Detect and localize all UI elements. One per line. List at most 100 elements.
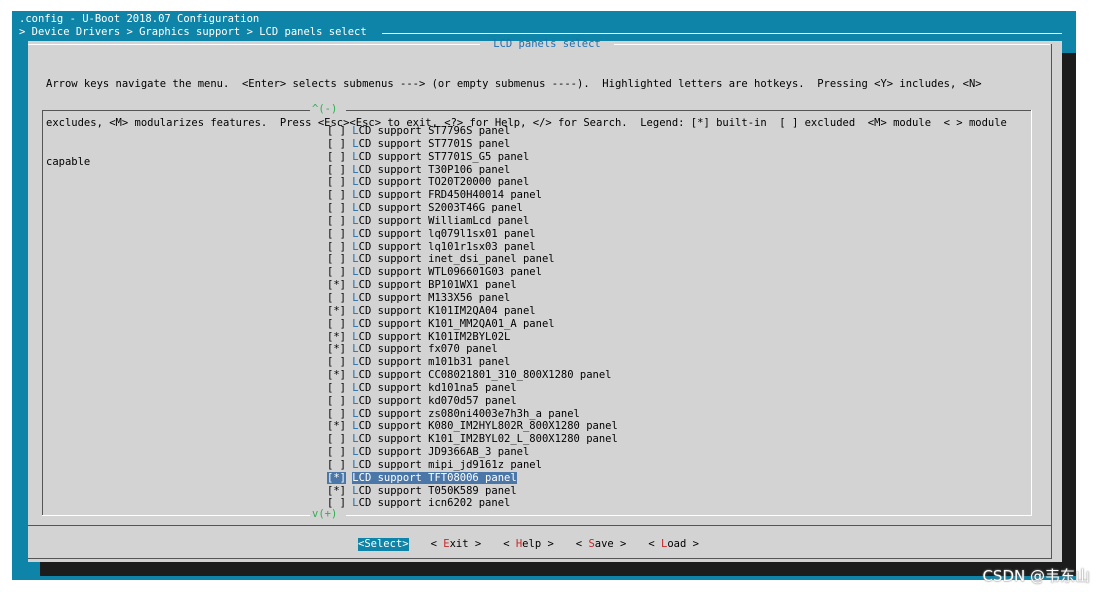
menu-items: [ ] LCD support ST7796S panel[ ] LCD sup… [327, 125, 618, 510]
item-text: CD support K080_IM2HYL802R_800X1280 pane… [358, 420, 618, 433]
checkbox-mark[interactable]: [ ] [327, 253, 346, 265]
menu-item[interactable]: [*] LCD support CC08021801_310_800X1280 … [327, 369, 618, 382]
menu-item[interactable]: [ ] LCD support kd070d57 panel [327, 395, 618, 408]
menu-item[interactable]: [ ] LCD support m101b31 panel [327, 356, 618, 369]
menu-item[interactable]: [ ] LCD support zs080ni4003e7h3h_a panel [327, 408, 618, 421]
dialog-button[interactable]: < Load > [648, 538, 699, 551]
item-text: CD support WTL096601G03 panel [358, 266, 542, 279]
checkbox-mark[interactable]: [ ] [327, 408, 346, 420]
menu-item[interactable]: [ ] LCD support ST7796S panel [327, 125, 618, 138]
menu-item[interactable]: [*] LCD support T050K589 panel [327, 485, 618, 498]
checkbox-mark[interactable]: [ ] [327, 125, 346, 137]
checkbox-mark[interactable]: [ ] [327, 292, 346, 304]
checkbox-mark[interactable]: [ ] [327, 382, 346, 394]
checkbox-mark[interactable]: [*] [327, 279, 346, 291]
menu-item[interactable]: [ ] LCD support M133X56 panel [327, 292, 618, 305]
menu-item[interactable]: [ ] LCD support WTL096601G03 panel [327, 266, 618, 279]
item-label: LCD support S2003T46G panel [352, 202, 523, 214]
checkbox-mark[interactable]: [ ] [327, 459, 346, 471]
menu-item-selected[interactable]: [*] LCD support TFT08006 panel [327, 471, 618, 485]
header-rule [382, 33, 1062, 34]
menu-item[interactable]: [*] LCD support fx070 panel [327, 343, 618, 356]
item-text: CD support S2003T46G panel [358, 202, 523, 215]
dialog-button[interactable]: < Help > [503, 538, 554, 551]
item-label: LCD support mipi_jd9161z panel [352, 459, 542, 471]
dialog-button[interactable]: <Select> [358, 538, 409, 551]
item-text: CD support lq079l1sx01 panel [358, 227, 536, 240]
menu-item[interactable]: [ ] LCD support K101_MM2QA01_A panel [327, 318, 618, 331]
menu-item[interactable]: [ ] LCD support WilliamLcd panel [327, 215, 618, 228]
item-label: LCD support icn6202 panel [352, 497, 510, 509]
menu-list-box: ^(-) v(+) [ ] LCD support ST7796S panel[… [42, 103, 1032, 520]
list-border [1031, 110, 1032, 516]
checkbox-mark[interactable]: [ ] [327, 356, 346, 368]
checkbox-mark[interactable]: [*] [327, 305, 346, 317]
checkbox-mark[interactable]: [*] [327, 471, 346, 484]
checkbox-mark[interactable]: [ ] [327, 497, 346, 509]
checkbox-mark[interactable]: [ ] [327, 446, 346, 458]
scroll-up-indicator[interactable]: ^(-) [312, 103, 337, 116]
checkbox-mark[interactable]: [ ] [327, 189, 346, 201]
checkbox-mark[interactable]: [ ] [327, 266, 346, 278]
button-label: ave > [594, 538, 627, 550]
checkbox-mark[interactable]: [ ] [327, 318, 346, 330]
item-label: LCD support K101_IM2BYL02_L_800X1280 pan… [352, 433, 618, 445]
checkbox-mark[interactable]: [ ] [327, 395, 346, 407]
checkbox-mark[interactable]: [ ] [327, 176, 346, 188]
menu-item[interactable]: [*] LCD support K101IM2BYL02L [327, 331, 618, 344]
menu-item[interactable]: [ ] LCD support S2003T46G panel [327, 202, 618, 215]
item-label: LCD support fx070 panel [352, 343, 497, 355]
checkbox-mark[interactable]: [ ] [327, 241, 346, 253]
checkbox-mark[interactable]: [ ] [327, 228, 346, 240]
item-text: CD support K101IM2BYL02L [358, 330, 511, 343]
item-label: LCD support inet_dsi_panel panel [352, 253, 554, 265]
checkbox-mark[interactable]: [ ] [327, 215, 346, 227]
menu-item[interactable]: [*] LCD support BP101WX1 panel [327, 279, 618, 292]
menu-item[interactable]: [ ] LCD support TO20T20000 panel [327, 176, 618, 189]
dialog-button[interactable]: < Save > [576, 538, 627, 551]
dialog-button[interactable]: < Exit > [431, 538, 482, 551]
item-label: LCD support zs080ni4003e7h3h_a panel [352, 408, 580, 420]
menu-item[interactable]: [ ] LCD support icn6202 panel [327, 497, 618, 510]
menu-item[interactable]: [ ] LCD support lq079l1sx01 panel [327, 228, 618, 241]
item-text: CD support kd070d57 panel [358, 394, 517, 407]
checkbox-mark[interactable]: [*] [327, 343, 346, 355]
item-text: CD support ST7701S_G5 panel [358, 150, 530, 163]
menu-item[interactable]: [ ] LCD support FRD450H40014 panel [327, 189, 618, 202]
checkbox-mark[interactable]: [*] [327, 369, 346, 381]
checkbox-mark[interactable]: [ ] [327, 433, 346, 445]
item-text: CD support CC08021801_310_800X1280 panel [358, 369, 612, 382]
list-border [42, 515, 310, 516]
menu-item[interactable]: [ ] LCD support ST7701S_G5 panel [327, 151, 618, 164]
item-text: CD support inet_dsi_panel panel [358, 253, 555, 266]
menu-item[interactable]: [ ] LCD support T30P106 panel [327, 164, 618, 177]
menu-item[interactable]: [ ] LCD support JD9366AB_3 panel [327, 446, 618, 459]
list-border [346, 110, 1032, 111]
checkbox-mark[interactable]: [ ] [327, 138, 346, 150]
checkbox-mark[interactable]: [ ] [327, 164, 346, 176]
item-text: CD support WilliamLcd panel [358, 214, 530, 227]
checkbox-mark[interactable]: [*] [327, 420, 346, 432]
item-label: LCD support BP101WX1 panel [352, 279, 516, 291]
menu-item[interactable]: [ ] LCD support lq101r1sx03 panel [327, 241, 618, 254]
checkbox-mark[interactable]: [ ] [327, 202, 346, 214]
list-border [346, 515, 1032, 516]
checkbox-mark[interactable]: [*] [327, 331, 346, 343]
menu-item[interactable]: [ ] LCD support K101_IM2BYL02_L_800X1280… [327, 433, 618, 446]
menu-item[interactable]: [ ] LCD support mipi_jd9161z panel [327, 459, 618, 472]
button-bar: <Select> < Exit > < Help > < Save > < Load > [358, 538, 721, 551]
checkbox-mark[interactable]: [*] [327, 485, 346, 497]
dialog-title: LCD panels select [493, 38, 601, 50]
item-label: LCD support K101IM2BYL02L [352, 331, 510, 343]
menu-item[interactable]: [*] LCD support K080_IM2HYL802R_800X1280… [327, 420, 618, 433]
breadcrumb: > Device Drivers > Graphics support > LC… [19, 26, 367, 38]
help-line: Arrow keys navigate the menu. <Enter> se… [46, 78, 982, 90]
item-label: LCD support lq101r1sx03 panel [352, 241, 535, 253]
menu-item[interactable]: [ ] LCD support kd101na5 panel [327, 382, 618, 395]
menu-item[interactable]: [ ] LCD support inet_dsi_panel panel [327, 253, 618, 266]
checkbox-mark[interactable]: [ ] [327, 151, 346, 163]
dialog-border-bottom [28, 558, 1052, 559]
menu-item[interactable]: [ ] LCD support ST7701S panel [327, 138, 618, 151]
menu-item[interactable]: [*] LCD support K101IM2QA04 panel [327, 305, 618, 318]
item-text: CD support lq101r1sx03 panel [358, 240, 536, 253]
